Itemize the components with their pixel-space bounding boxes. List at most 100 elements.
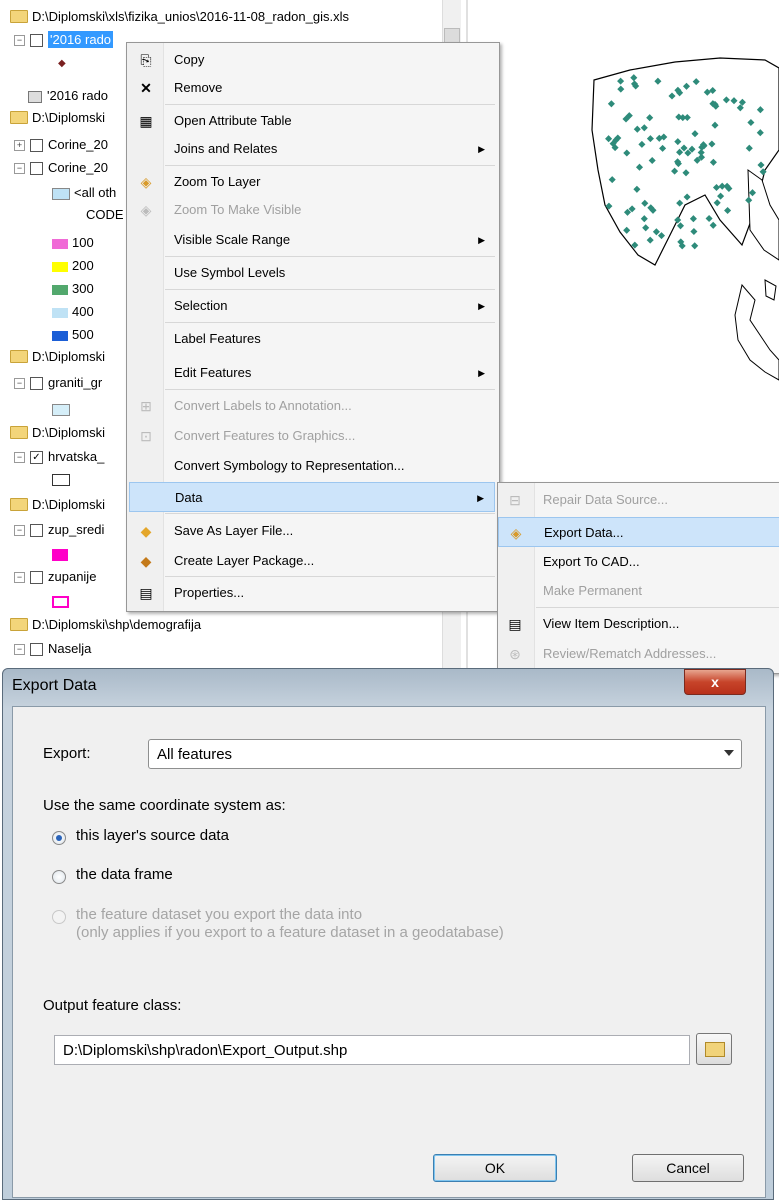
collapse-icon[interactable]: − bbox=[14, 35, 25, 47]
legend-swatch bbox=[52, 261, 68, 272]
menu-item-view-item-description[interactable]: ▤ View Item Description... bbox=[498, 609, 779, 639]
cancel-button[interactable]: Cancel bbox=[632, 1154, 744, 1182]
convert-features-icon: ⊡ bbox=[140, 428, 152, 444]
radio-source-data-label[interactable]: this layer's source data bbox=[76, 827, 229, 844]
menu-item-symbol-levels[interactable]: Use Symbol Levels bbox=[129, 258, 495, 288]
toc-label: 100 bbox=[72, 235, 94, 250]
radon-point-marker bbox=[705, 214, 713, 223]
radio-feature-dataset-label: the feature dataset you export the data … bbox=[76, 906, 363, 923]
menu-item-joins-relates[interactable]: Joins and Relates ▶ bbox=[129, 134, 495, 164]
toc-layer-zupanije[interactable]: − zupanije bbox=[14, 566, 96, 588]
legend-swatch bbox=[52, 403, 70, 416]
toc-label: Corine_20 bbox=[48, 160, 108, 175]
menu-item-zoom-to-layer[interactable]: ◈ Zoom To Layer bbox=[129, 167, 495, 197]
layer-checkbox[interactable] bbox=[30, 162, 43, 176]
toc-layer-corine-1[interactable]: + Corine_20 bbox=[14, 134, 108, 156]
submenu-arrow-icon: ▶ bbox=[478, 301, 485, 311]
toc-label: 300 bbox=[72, 281, 94, 296]
toc-legend-heading: CODE bbox=[86, 204, 124, 226]
map-view[interactable] bbox=[480, 0, 779, 480]
menu-label: Use Symbol Levels bbox=[174, 265, 286, 280]
menu-item-create-layer-package[interactable]: ◆ Create Layer Package... bbox=[129, 546, 495, 576]
radio-data-frame-label[interactable]: the data frame bbox=[76, 866, 173, 883]
browse-button[interactable] bbox=[696, 1033, 732, 1065]
output-path-input[interactable] bbox=[54, 1035, 690, 1065]
toc-layer-zup-sredi[interactable]: − zup_sredi bbox=[14, 519, 104, 541]
coord-system-heading: Use the same coordinate system as: bbox=[43, 797, 286, 814]
layer-checkbox[interactable] bbox=[30, 139, 43, 153]
toc-folder-diplomski[interactable]: D:\Diplomski bbox=[10, 107, 105, 129]
menu-item-open-attribute-table[interactable]: ▦ Open Attribute Table bbox=[129, 106, 495, 136]
close-button[interactable]: x bbox=[684, 669, 746, 695]
toc-layer-naselja[interactable]: − Naselja bbox=[14, 638, 91, 660]
menu-item-copy[interactable]: ⎘ Copy bbox=[129, 45, 495, 75]
toc-folder-xls[interactable]: D:\Diplomski\xls\fizika_unios\2016-11-08… bbox=[10, 6, 349, 28]
layer-file-icon: ◆ bbox=[140, 523, 152, 539]
collapse-icon[interactable]: − bbox=[14, 378, 25, 390]
layer-checkbox-checked[interactable]: ✓ bbox=[30, 451, 43, 465]
point-symbol-icon: ◆ bbox=[58, 58, 66, 69]
menu-item-remove[interactable]: ✕ Remove bbox=[129, 73, 495, 103]
radon-point-marker bbox=[691, 242, 699, 250]
legend-swatch bbox=[52, 284, 68, 295]
menu-label: Edit Features bbox=[174, 365, 252, 380]
menu-item-export-cad[interactable]: Export To CAD... bbox=[498, 547, 779, 577]
toc-class-500: 500 bbox=[52, 324, 94, 346]
toc-folder-diplomski-3[interactable]: D:\Diplomski bbox=[10, 422, 105, 444]
collapse-icon[interactable]: − bbox=[14, 163, 25, 175]
toc-layer-corine-2[interactable]: − Corine_20 bbox=[14, 157, 108, 179]
menu-label: Convert Labels to Annotation... bbox=[174, 398, 352, 413]
menu-item-selection[interactable]: Selection ▶ bbox=[129, 291, 495, 321]
data-submenu: ⊟ Repair Data Source... ◈ Export Data... E… bbox=[497, 482, 779, 674]
collapse-icon[interactable]: − bbox=[14, 644, 25, 656]
toc-folder-diplomski-2[interactable]: D:\Diplomski bbox=[10, 346, 105, 368]
menu-label: View Item Description... bbox=[543, 616, 680, 631]
collapse-icon[interactable]: − bbox=[14, 572, 25, 584]
expand-icon[interactable]: + bbox=[14, 140, 25, 152]
export-data-icon: ◈ bbox=[510, 525, 522, 541]
menu-label: Export To CAD... bbox=[543, 554, 640, 569]
menu-item-export-data[interactable]: ◈ Export Data... bbox=[498, 517, 779, 547]
toc-folder-diplomski-4[interactable]: D:\Diplomski bbox=[10, 494, 105, 516]
layer-checkbox[interactable] bbox=[30, 34, 43, 48]
menu-label: Review/Rematch Addresses... bbox=[543, 646, 717, 661]
toc-label[interactable]: '2016 rado bbox=[48, 31, 114, 48]
menu-label: Create Layer Package... bbox=[174, 553, 315, 568]
layer-checkbox[interactable] bbox=[30, 524, 43, 538]
menu-item-visible-scale-range[interactable]: Visible Scale Range ▶ bbox=[129, 225, 495, 255]
toc-layer-graniti[interactable]: − graniti_gr bbox=[14, 372, 102, 394]
export-select[interactable]: All features bbox=[148, 739, 742, 769]
menu-item-convert-symbology[interactable]: Convert Symbology to Representation... bbox=[129, 451, 495, 481]
radio-feature-dataset bbox=[52, 910, 66, 924]
ok-button[interactable]: OK bbox=[433, 1154, 557, 1182]
toc-folder-demografija[interactable]: D:\Diplomski\shp\demografija bbox=[10, 614, 201, 636]
menu-item-properties[interactable]: ▤ Properties... bbox=[129, 578, 495, 608]
layer-checkbox[interactable] bbox=[30, 377, 43, 391]
radon-point-marker bbox=[690, 227, 698, 236]
toc-layer-hrvatska[interactable]: − ✓ hrvatska_ bbox=[14, 446, 104, 468]
toc-table-radon[interactable]: '2016 rado bbox=[28, 85, 108, 107]
toc-layer-radon[interactable]: − '2016 rado bbox=[14, 29, 114, 51]
menu-label: Convert Symbology to Representation... bbox=[174, 458, 405, 473]
submenu-arrow-icon: ▶ bbox=[477, 493, 484, 503]
menu-label: Remove bbox=[174, 80, 223, 95]
menu-item-save-layer-file[interactable]: ◆ Save As Layer File... bbox=[129, 516, 495, 546]
menu-item-data[interactable]: Data ▶ bbox=[129, 482, 495, 512]
toc-label: D:\Diplomski bbox=[32, 110, 105, 125]
properties-icon: ▤ bbox=[139, 585, 153, 601]
legend-swatch bbox=[52, 238, 68, 249]
folder-icon bbox=[10, 498, 28, 512]
submenu-arrow-icon: ▶ bbox=[478, 235, 485, 245]
radio-source-data[interactable] bbox=[52, 831, 66, 845]
menu-item-edit-features[interactable]: Edit Features ▶ bbox=[129, 358, 495, 388]
menu-separator bbox=[536, 607, 779, 608]
toc-label: CODE bbox=[86, 207, 124, 222]
menu-item-label-features[interactable]: Label Features bbox=[129, 324, 495, 354]
radio-data-frame[interactable] bbox=[52, 870, 66, 884]
collapse-icon[interactable]: − bbox=[14, 452, 25, 464]
toc-legend-zupanije bbox=[52, 590, 73, 612]
layer-checkbox[interactable] bbox=[30, 571, 43, 585]
layer-checkbox[interactable] bbox=[30, 643, 43, 657]
submenu-arrow-icon: ▶ bbox=[478, 144, 485, 154]
collapse-icon[interactable]: − bbox=[14, 525, 25, 537]
